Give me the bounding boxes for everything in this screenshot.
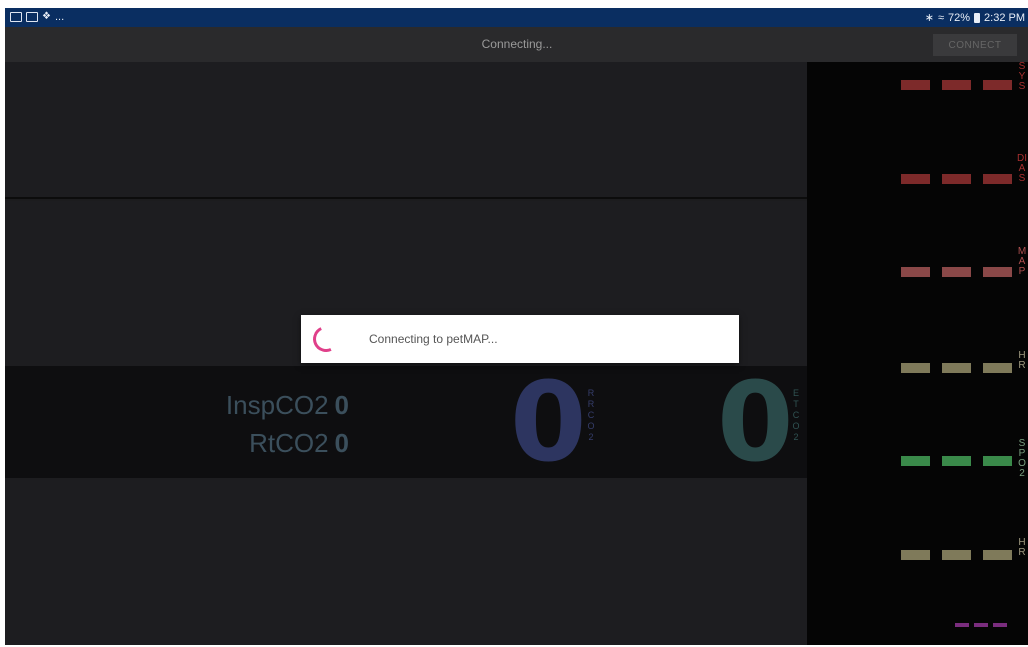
connecting-dialog: Connecting to petMAP... (301, 315, 739, 363)
dialog-message: Connecting to petMAP... (369, 332, 498, 346)
loading-spinner-icon (309, 322, 343, 356)
app-window: ❖ ... ∗ ≈ 72% 2:32 PM Connecting... CONN… (5, 8, 1028, 645)
